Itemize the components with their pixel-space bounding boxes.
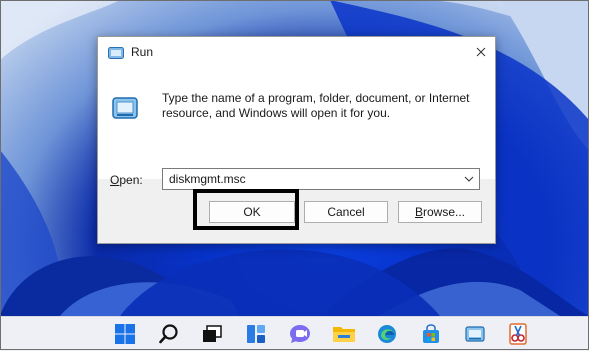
open-input[interactable]: [163, 169, 465, 189]
close-icon: [476, 47, 486, 57]
run-icon: [108, 46, 124, 59]
run-app-icon: [112, 97, 138, 119]
run-icon[interactable]: [462, 322, 488, 346]
dropdown-button[interactable]: [461, 171, 477, 187]
close-button[interactable]: [467, 37, 495, 67]
task-view-icon[interactable]: [199, 322, 225, 346]
file-explorer-icon[interactable]: [331, 322, 357, 346]
open-label: Open:: [110, 173, 143, 187]
open-combobox[interactable]: [162, 168, 480, 190]
dialog-title: Run: [131, 45, 154, 59]
title-bar[interactable]: Run: [98, 37, 495, 67]
store-icon[interactable]: [418, 322, 444, 346]
search-icon[interactable]: [156, 322, 182, 346]
teams-chat-icon[interactable]: [287, 322, 313, 346]
dialog-content: Type the name of a program, folder, docu…: [98, 67, 495, 190]
chevron-down-icon: [464, 176, 474, 182]
ok-highlight-box: [193, 189, 299, 230]
taskbar: [0, 316, 589, 351]
dialog-description: Type the name of a program, folder, docu…: [162, 91, 470, 120]
edge-icon[interactable]: [374, 322, 400, 346]
windows-start-icon[interactable]: [112, 322, 138, 346]
browse-button[interactable]: Browse...: [398, 201, 482, 223]
cancel-button[interactable]: Cancel: [304, 201, 388, 223]
snipping-tool-icon[interactable]: [505, 322, 531, 346]
widgets-icon[interactable]: [243, 322, 269, 346]
